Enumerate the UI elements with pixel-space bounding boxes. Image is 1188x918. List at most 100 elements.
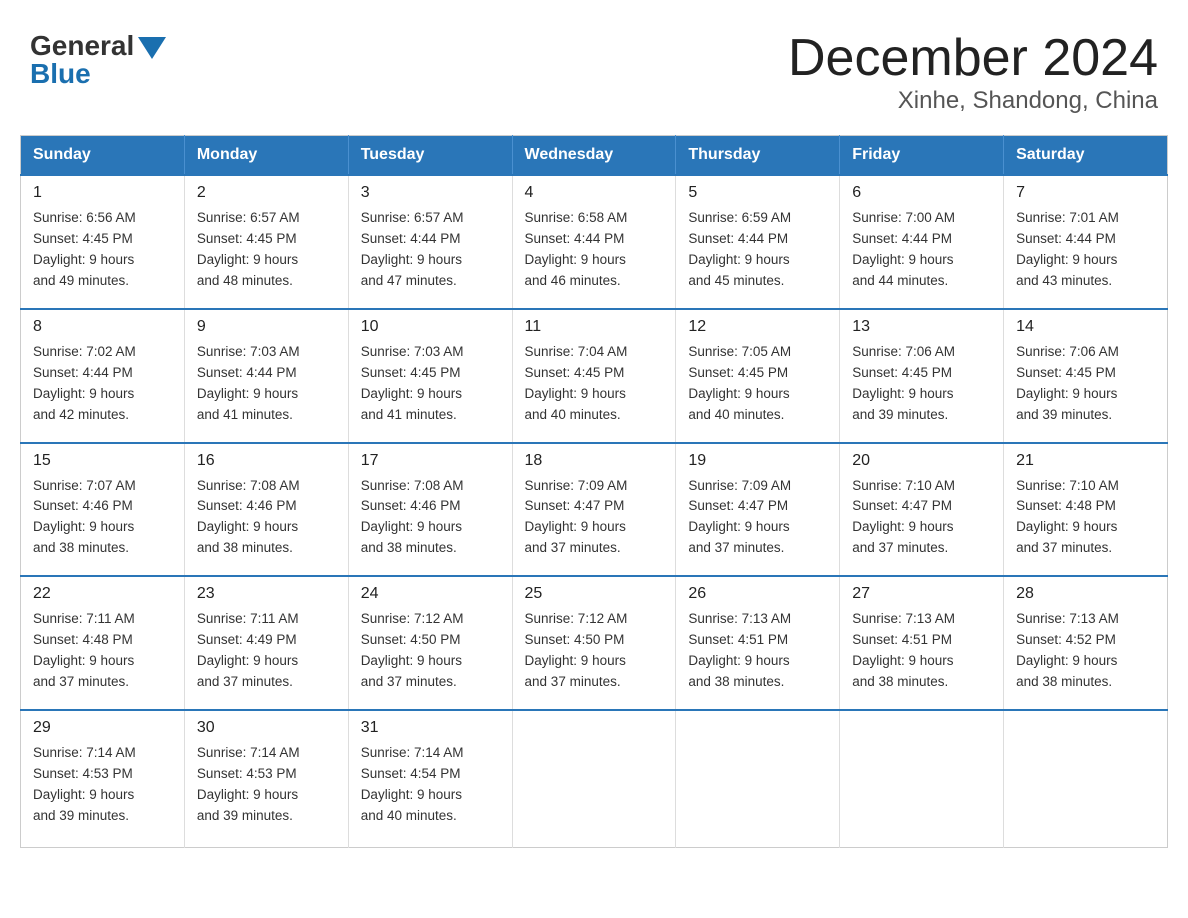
day-info: Sunrise: 6:59 AMSunset: 4:44 PMDaylight:… xyxy=(688,208,827,292)
calendar-day-cell: 30 Sunrise: 7:14 AMSunset: 4:53 PMDaylig… xyxy=(184,710,348,847)
day-info: Sunrise: 7:00 AMSunset: 4:44 PMDaylight:… xyxy=(852,208,991,292)
calendar-title: December 2024 xyxy=(788,30,1158,87)
logo-blue-text: Blue xyxy=(30,58,91,90)
day-info: Sunrise: 7:09 AMSunset: 4:47 PMDaylight:… xyxy=(688,476,827,560)
day-number: 15 xyxy=(33,452,172,470)
calendar-day-cell: 24 Sunrise: 7:12 AMSunset: 4:50 PMDaylig… xyxy=(348,576,512,710)
calendar-day-cell: 6 Sunrise: 7:00 AMSunset: 4:44 PMDayligh… xyxy=(840,175,1004,309)
logo: General Blue xyxy=(30,30,166,90)
calendar-day-header: Tuesday xyxy=(348,136,512,176)
calendar-day-cell: 4 Sunrise: 6:58 AMSunset: 4:44 PMDayligh… xyxy=(512,175,676,309)
day-info: Sunrise: 7:05 AMSunset: 4:45 PMDaylight:… xyxy=(688,342,827,426)
calendar-day-header: Thursday xyxy=(676,136,840,176)
calendar-day-header: Sunday xyxy=(21,136,185,176)
day-info: Sunrise: 7:13 AMSunset: 4:51 PMDaylight:… xyxy=(852,609,991,693)
day-number: 12 xyxy=(688,318,827,336)
day-number: 9 xyxy=(197,318,336,336)
calendar-header-row: SundayMondayTuesdayWednesdayThursdayFrid… xyxy=(21,136,1168,176)
day-info: Sunrise: 7:11 AMSunset: 4:49 PMDaylight:… xyxy=(197,609,336,693)
day-info: Sunrise: 7:09 AMSunset: 4:47 PMDaylight:… xyxy=(525,476,664,560)
calendar-day-cell xyxy=(512,710,676,847)
day-number: 2 xyxy=(197,184,336,202)
day-number: 28 xyxy=(1016,585,1155,603)
day-number: 19 xyxy=(688,452,827,470)
day-number: 17 xyxy=(361,452,500,470)
day-info: Sunrise: 7:14 AMSunset: 4:53 PMDaylight:… xyxy=(197,743,336,827)
calendar-day-cell: 29 Sunrise: 7:14 AMSunset: 4:53 PMDaylig… xyxy=(21,710,185,847)
calendar-day-cell: 18 Sunrise: 7:09 AMSunset: 4:47 PMDaylig… xyxy=(512,443,676,577)
day-info: Sunrise: 7:13 AMSunset: 4:51 PMDaylight:… xyxy=(688,609,827,693)
day-info: Sunrise: 7:13 AMSunset: 4:52 PMDaylight:… xyxy=(1016,609,1155,693)
day-number: 11 xyxy=(525,318,664,336)
calendar-day-cell: 15 Sunrise: 7:07 AMSunset: 4:46 PMDaylig… xyxy=(21,443,185,577)
calendar-day-cell: 26 Sunrise: 7:13 AMSunset: 4:51 PMDaylig… xyxy=(676,576,840,710)
day-info: Sunrise: 7:04 AMSunset: 4:45 PMDaylight:… xyxy=(525,342,664,426)
day-info: Sunrise: 7:06 AMSunset: 4:45 PMDaylight:… xyxy=(1016,342,1155,426)
calendar-day-cell: 13 Sunrise: 7:06 AMSunset: 4:45 PMDaylig… xyxy=(840,309,1004,443)
calendar-table: SundayMondayTuesdayWednesdayThursdayFrid… xyxy=(20,135,1168,847)
calendar-day-cell: 12 Sunrise: 7:05 AMSunset: 4:45 PMDaylig… xyxy=(676,309,840,443)
day-number: 7 xyxy=(1016,184,1155,202)
day-number: 24 xyxy=(361,585,500,603)
calendar-day-cell: 9 Sunrise: 7:03 AMSunset: 4:44 PMDayligh… xyxy=(184,309,348,443)
day-number: 4 xyxy=(525,184,664,202)
calendar-week-row: 1 Sunrise: 6:56 AMSunset: 4:45 PMDayligh… xyxy=(21,175,1168,309)
day-info: Sunrise: 6:57 AMSunset: 4:44 PMDaylight:… xyxy=(361,208,500,292)
day-info: Sunrise: 6:56 AMSunset: 4:45 PMDaylight:… xyxy=(33,208,172,292)
calendar-week-row: 8 Sunrise: 7:02 AMSunset: 4:44 PMDayligh… xyxy=(21,309,1168,443)
day-number: 30 xyxy=(197,719,336,737)
day-number: 26 xyxy=(688,585,827,603)
calendar-day-cell: 5 Sunrise: 6:59 AMSunset: 4:44 PMDayligh… xyxy=(676,175,840,309)
day-number: 27 xyxy=(852,585,991,603)
calendar-day-cell xyxy=(676,710,840,847)
day-info: Sunrise: 7:01 AMSunset: 4:44 PMDaylight:… xyxy=(1016,208,1155,292)
day-info: Sunrise: 7:12 AMSunset: 4:50 PMDaylight:… xyxy=(525,609,664,693)
calendar-day-cell: 21 Sunrise: 7:10 AMSunset: 4:48 PMDaylig… xyxy=(1004,443,1168,577)
day-info: Sunrise: 7:03 AMSunset: 4:45 PMDaylight:… xyxy=(361,342,500,426)
calendar-day-cell: 8 Sunrise: 7:02 AMSunset: 4:44 PMDayligh… xyxy=(21,309,185,443)
calendar-day-cell: 23 Sunrise: 7:11 AMSunset: 4:49 PMDaylig… xyxy=(184,576,348,710)
day-number: 5 xyxy=(688,184,827,202)
calendar-day-cell: 31 Sunrise: 7:14 AMSunset: 4:54 PMDaylig… xyxy=(348,710,512,847)
day-number: 8 xyxy=(33,318,172,336)
day-number: 22 xyxy=(33,585,172,603)
calendar-week-row: 15 Sunrise: 7:07 AMSunset: 4:46 PMDaylig… xyxy=(21,443,1168,577)
calendar-day-cell: 27 Sunrise: 7:13 AMSunset: 4:51 PMDaylig… xyxy=(840,576,1004,710)
calendar-day-cell: 25 Sunrise: 7:12 AMSunset: 4:50 PMDaylig… xyxy=(512,576,676,710)
calendar-week-row: 22 Sunrise: 7:11 AMSunset: 4:48 PMDaylig… xyxy=(21,576,1168,710)
calendar-day-cell xyxy=(1004,710,1168,847)
calendar-day-header: Friday xyxy=(840,136,1004,176)
day-number: 16 xyxy=(197,452,336,470)
calendar-day-cell: 1 Sunrise: 6:56 AMSunset: 4:45 PMDayligh… xyxy=(21,175,185,309)
day-number: 6 xyxy=(852,184,991,202)
day-info: Sunrise: 7:10 AMSunset: 4:47 PMDaylight:… xyxy=(852,476,991,560)
day-number: 18 xyxy=(525,452,664,470)
title-section: December 2024 Xinhe, Shandong, China xyxy=(788,30,1158,115)
calendar-day-cell: 11 Sunrise: 7:04 AMSunset: 4:45 PMDaylig… xyxy=(512,309,676,443)
calendar-day-cell: 28 Sunrise: 7:13 AMSunset: 4:52 PMDaylig… xyxy=(1004,576,1168,710)
day-info: Sunrise: 6:57 AMSunset: 4:45 PMDaylight:… xyxy=(197,208,336,292)
calendar-day-header: Saturday xyxy=(1004,136,1168,176)
day-info: Sunrise: 7:06 AMSunset: 4:45 PMDaylight:… xyxy=(852,342,991,426)
day-number: 14 xyxy=(1016,318,1155,336)
day-number: 21 xyxy=(1016,452,1155,470)
calendar-day-cell: 10 Sunrise: 7:03 AMSunset: 4:45 PMDaylig… xyxy=(348,309,512,443)
day-info: Sunrise: 7:10 AMSunset: 4:48 PMDaylight:… xyxy=(1016,476,1155,560)
day-number: 1 xyxy=(33,184,172,202)
calendar-day-cell: 22 Sunrise: 7:11 AMSunset: 4:48 PMDaylig… xyxy=(21,576,185,710)
day-info: Sunrise: 7:14 AMSunset: 4:54 PMDaylight:… xyxy=(361,743,500,827)
logo-triangle-icon xyxy=(138,37,166,59)
day-number: 31 xyxy=(361,719,500,737)
calendar-day-header: Monday xyxy=(184,136,348,176)
calendar-day-cell: 14 Sunrise: 7:06 AMSunset: 4:45 PMDaylig… xyxy=(1004,309,1168,443)
calendar-day-cell: 20 Sunrise: 7:10 AMSunset: 4:47 PMDaylig… xyxy=(840,443,1004,577)
day-number: 3 xyxy=(361,184,500,202)
calendar-day-cell: 16 Sunrise: 7:08 AMSunset: 4:46 PMDaylig… xyxy=(184,443,348,577)
day-number: 29 xyxy=(33,719,172,737)
calendar-week-row: 29 Sunrise: 7:14 AMSunset: 4:53 PMDaylig… xyxy=(21,710,1168,847)
day-info: Sunrise: 7:08 AMSunset: 4:46 PMDaylight:… xyxy=(197,476,336,560)
calendar-day-cell: 2 Sunrise: 6:57 AMSunset: 4:45 PMDayligh… xyxy=(184,175,348,309)
day-number: 13 xyxy=(852,318,991,336)
day-info: Sunrise: 7:02 AMSunset: 4:44 PMDaylight:… xyxy=(33,342,172,426)
calendar-day-header: Wednesday xyxy=(512,136,676,176)
